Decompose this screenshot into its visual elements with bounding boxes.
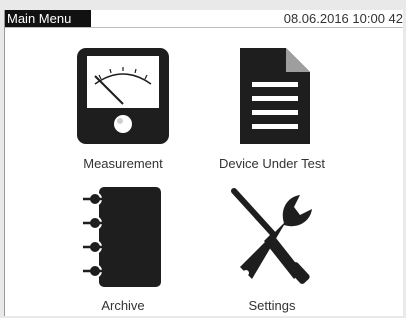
archive-label: Archive xyxy=(101,298,145,313)
device-under-test-button[interactable]: Device Under Test xyxy=(197,44,347,179)
page-title: Main Menu xyxy=(5,10,91,27)
analog-meter-icon xyxy=(77,48,169,144)
title-bar: Main Menu 08.06.2016 10:00 42 xyxy=(5,10,403,28)
measurement-label: Measurement xyxy=(83,156,163,171)
settings-button[interactable]: Settings xyxy=(197,183,347,318)
document-icon xyxy=(240,48,310,144)
archive-button[interactable]: Archive xyxy=(48,183,198,318)
measurement-button[interactable]: Measurement xyxy=(48,44,198,179)
main-menu-screen: Main Menu 08.06.2016 10:00 42 Measuremen… xyxy=(4,10,403,316)
settings-label: Settings xyxy=(248,298,296,313)
device-under-test-label: Device Under Test xyxy=(219,156,325,171)
wrench-screwdriver-icon xyxy=(231,188,312,284)
notebook-icon xyxy=(83,187,161,287)
datetime-display: 08.06.2016 10:00 42 xyxy=(283,11,403,26)
